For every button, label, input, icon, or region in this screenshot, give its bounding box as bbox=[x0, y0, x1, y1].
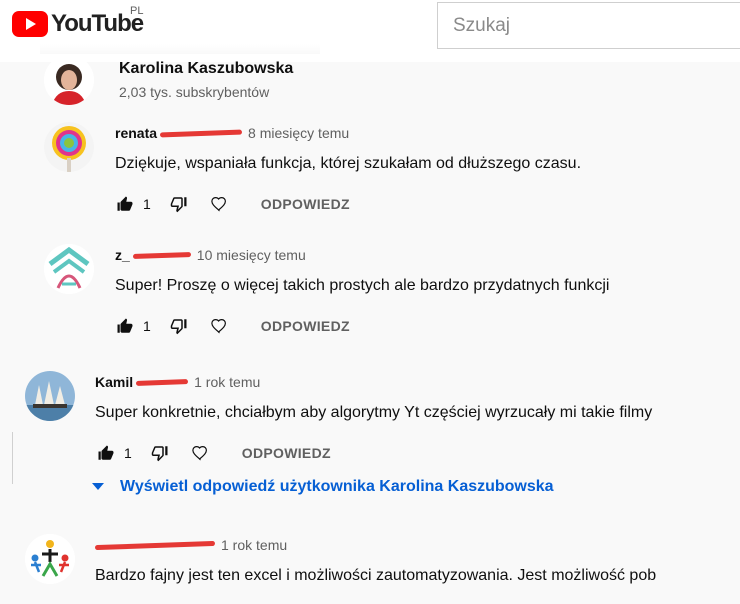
heart-icon[interactable] bbox=[207, 314, 231, 338]
comment-timestamp[interactable]: 10 miesięcy temu bbox=[197, 247, 306, 263]
redaction-mark bbox=[94, 540, 216, 550]
redaction-mark bbox=[159, 129, 243, 137]
youtube-logo[interactable]: YouTube bbox=[12, 10, 144, 38]
reply-button[interactable]: ODPOWIEDZ bbox=[261, 318, 350, 334]
comment-timestamp[interactable]: 1 rok temu bbox=[221, 537, 287, 553]
figures-avatar-image bbox=[25, 534, 75, 584]
thumb-up-icon[interactable] bbox=[94, 441, 118, 465]
caret-down-icon bbox=[92, 478, 104, 496]
divider bbox=[40, 44, 320, 54]
reply-button[interactable]: ODPOWIEDZ bbox=[261, 196, 350, 212]
channel-header[interactable]: Karolina Kaszubowska 2,03 tys. subskrybe… bbox=[44, 55, 293, 105]
view-replies-button[interactable]: Wyświetl odpowiedź użytkownika Karolina … bbox=[92, 478, 554, 496]
thumb-down-icon[interactable] bbox=[148, 441, 172, 465]
heart-icon[interactable] bbox=[207, 192, 231, 216]
like-count: 1 bbox=[124, 445, 132, 461]
thumb-up-icon[interactable] bbox=[113, 314, 137, 338]
comment-text: Dziękuje, wspaniała funkcja, której szuk… bbox=[115, 155, 582, 172]
thumb-down-icon[interactable] bbox=[167, 192, 191, 216]
subscriber-count: 2,03 tys. subskrybentów bbox=[119, 84, 270, 100]
heart-icon[interactable] bbox=[188, 441, 212, 465]
thumb-up-icon[interactable] bbox=[113, 192, 137, 216]
like-count: 1 bbox=[143, 196, 151, 212]
avatar[interactable] bbox=[44, 244, 94, 294]
channel-name[interactable]: Karolina Kaszubowska bbox=[119, 60, 293, 78]
comment-text: Super! Proszę o więcej takich prostych a… bbox=[115, 277, 610, 294]
comment-timestamp[interactable]: 1 rok temu bbox=[194, 374, 260, 390]
region-code: PL bbox=[130, 5, 144, 17]
reply-button[interactable]: ODPOWIEDZ bbox=[242, 445, 331, 461]
view-replies-label: Wyświetl odpowiedź użytkownika Karolina … bbox=[120, 478, 554, 495]
lollipop-avatar-image bbox=[44, 122, 94, 172]
comment-text: Super konkretnie, chciałbym aby algorytm… bbox=[95, 404, 653, 421]
comment-timestamp[interactable]: 8 miesięcy temu bbox=[248, 125, 349, 141]
comment-text: Bardzo fajny jest ten excel i możliwości… bbox=[95, 567, 657, 584]
avatar[interactable] bbox=[44, 55, 94, 105]
thumb-down-icon[interactable] bbox=[167, 314, 191, 338]
ship-avatar-image bbox=[25, 371, 75, 421]
logo-avatar-image bbox=[44, 244, 94, 294]
avatar[interactable] bbox=[25, 371, 75, 421]
like-count: 1 bbox=[143, 318, 151, 334]
avatar[interactable] bbox=[25, 534, 75, 584]
comment-author[interactable]: Kamil bbox=[95, 374, 133, 390]
divider bbox=[12, 432, 13, 484]
youtube-play-icon bbox=[12, 11, 48, 37]
comment-author[interactable]: renata bbox=[115, 125, 157, 141]
redaction-mark bbox=[136, 378, 189, 386]
channel-avatar-image bbox=[44, 55, 94, 105]
search-input[interactable] bbox=[437, 2, 740, 49]
comment-author[interactable]: z_ bbox=[115, 247, 130, 263]
avatar[interactable] bbox=[44, 122, 94, 172]
redaction-mark bbox=[132, 251, 191, 259]
